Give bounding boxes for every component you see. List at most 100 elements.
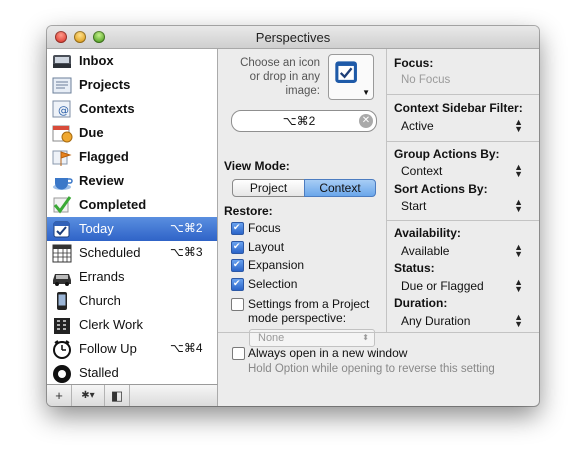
gear-menu-button[interactable]: ✱▾ [72, 385, 105, 406]
sidebar-item-label: Inbox [79, 53, 114, 68]
duration-value: Any Duration [401, 314, 471, 328]
review-cup-icon [53, 178, 73, 190]
projects-folder-icon [52, 77, 72, 94]
restore-selection-label: Selection [248, 277, 298, 291]
filter-settings: Focus: No Focus Context Sidebar Filter: … [387, 49, 539, 332]
context-filter-label: Context Sidebar Filter: [394, 101, 523, 115]
always-open-new-window-checkbox[interactable] [232, 347, 245, 360]
sidebar-item-label: Follow Up [79, 341, 137, 356]
availability-value: Available [401, 244, 450, 258]
divider [387, 141, 539, 142]
availability-popup[interactable]: Available ▲ ▼ [401, 243, 531, 259]
add-perspective-button[interactable]: + [47, 385, 72, 406]
clear-shortcut-icon[interactable]: ✕ [359, 114, 373, 128]
sidebar-item-completed[interactable]: Completed [47, 193, 217, 217]
contexts-at-icon: @ [52, 100, 71, 118]
sidebar-item-label: Scheduled [79, 245, 141, 260]
inbox-tray-icon [53, 55, 71, 68]
checkmark-icon [53, 196, 72, 214]
duration-label: Duration: [394, 296, 448, 310]
chevron-down-icon: ▼ [362, 88, 370, 97]
svg-text:@: @ [58, 104, 69, 117]
sidebar-item-today[interactable]: Today ⌥⌘2 [47, 217, 217, 241]
sidebar-item-contexts[interactable]: @ Contexts [47, 97, 217, 121]
phone-icon [57, 292, 67, 310]
sidebar-item-label: Review [79, 173, 124, 188]
sidebar-item-scheduled[interactable]: Scheduled ⌥⌘3 [47, 241, 217, 265]
icon-well[interactable]: ▼ [328, 54, 374, 100]
sidebar-item-label: Stalled [79, 365, 119, 380]
updown-arrows-icon: ▲ ▼ [514, 197, 523, 214]
stalled-icon [53, 365, 71, 383]
keyboard-shortcut: ⌥⌘2 [170, 221, 203, 235]
sidebar-item-inbox[interactable]: Inbox [47, 49, 217, 73]
window-title: Perspectives [255, 30, 331, 45]
restore-layout-checkbox[interactable] [231, 241, 244, 254]
view-mode-project-button[interactable]: Project [232, 179, 305, 197]
shortcut-field[interactable]: ⌥⌘2 ✕ [231, 110, 377, 132]
window-options: Always open in a new window Hold Option … [218, 332, 539, 385]
sidebar-item-church[interactable]: Church [47, 289, 217, 313]
group-by-popup[interactable]: Context ▲ ▼ [401, 163, 531, 179]
sidebar-item-label: Projects [79, 77, 131, 92]
today-check-icon [53, 221, 70, 238]
flag-icon [52, 150, 72, 166]
restore-expansion-label: Expansion [248, 258, 305, 272]
focus-label: Focus: [394, 56, 434, 70]
restore-focus-checkbox[interactable] [231, 222, 244, 235]
updown-arrows-icon: ▲ ▼ [514, 117, 523, 134]
sort-by-popup[interactable]: Start ▲ ▼ [401, 198, 531, 214]
restore-selection-checkbox[interactable] [231, 278, 244, 291]
context-filter-popup[interactable]: Active ▲ ▼ [401, 118, 531, 134]
sidebar-toolbar: + ✱▾ ◧ [47, 384, 218, 406]
group-by-label: Group Actions By: [394, 147, 500, 161]
always-open-new-window-label: Always open in a new window [248, 346, 408, 360]
updown-arrows-icon: ▲ ▼ [514, 277, 523, 294]
perspectives-window: Perspectives Inbox Projects @ Contexts D… [47, 26, 539, 406]
title-bar: Perspectives [47, 26, 539, 49]
restore-layout-label: Layout [248, 240, 285, 254]
updown-arrows-icon: ▲ ▼ [514, 312, 523, 329]
view-mode-label: View Mode: [224, 159, 290, 173]
sidebar-toggle-button[interactable]: ◧ [105, 385, 130, 406]
settings-from-project-label: Settings from a Project mode perspective… [248, 297, 370, 325]
sidebar-item-review[interactable]: Review [47, 169, 217, 193]
updown-arrows-icon: ▲ ▼ [514, 162, 523, 179]
restore-expansion-checkbox[interactable] [231, 259, 244, 272]
sidebar-item-label: Due [79, 125, 104, 140]
sidebar-item-label: Church [79, 293, 121, 308]
car-icon [53, 274, 71, 286]
sidebar-item-flagged[interactable]: Flagged [47, 145, 217, 169]
perspective-settings: Choose an icon or drop in any image: ▼ ⌥… [218, 49, 387, 347]
sidebar-item-label: Errands [79, 269, 125, 284]
status-value: Due or Flagged [401, 279, 484, 293]
shortcut-value: ⌥⌘2 [282, 114, 316, 128]
calendar-grid-icon [52, 244, 72, 263]
status-label: Status: [394, 261, 435, 275]
view-mode-context-button[interactable]: Context [304, 179, 376, 197]
due-calendar-icon [52, 125, 73, 143]
group-by-value: Context [401, 164, 443, 178]
perspective-list: Inbox Projects @ Contexts Due Flagged Re… [47, 49, 218, 384]
keyboard-shortcut: ⌥⌘4 [170, 341, 203, 355]
sidebar-item-label: Clerk Work [79, 317, 144, 332]
clock-icon [53, 340, 71, 359]
duration-popup[interactable]: Any Duration ▲ ▼ [401, 313, 531, 329]
settings-from-project-checkbox[interactable] [231, 298, 244, 311]
sidebar-item-follow-up[interactable]: Follow Up ⌥⌘4 [47, 337, 217, 361]
sidebar-item-due[interactable]: Due [47, 121, 217, 145]
restore-focus-label: Focus [248, 221, 281, 235]
sidebar-item-label: Completed [79, 197, 147, 212]
sidebar-item-label: Contexts [79, 101, 135, 116]
status-popup[interactable]: Due or Flagged ▲ ▼ [401, 278, 531, 294]
sidebar-item-stalled[interactable]: Stalled [47, 361, 217, 384]
sidebar-item-projects[interactable]: Projects [47, 73, 217, 97]
updown-arrows-icon: ▲ ▼ [514, 242, 523, 259]
sidebar-item-label: Today [79, 221, 114, 236]
availability-label: Availability: [394, 226, 461, 240]
sidebar-item-clerk-work[interactable]: Clerk Work [47, 313, 217, 337]
sidebar-item-errands[interactable]: Errands [47, 265, 217, 289]
sort-by-value: Start [401, 199, 427, 213]
sidebar-item-label: Flagged [79, 149, 129, 164]
keyboard-shortcut: ⌥⌘3 [170, 245, 203, 259]
